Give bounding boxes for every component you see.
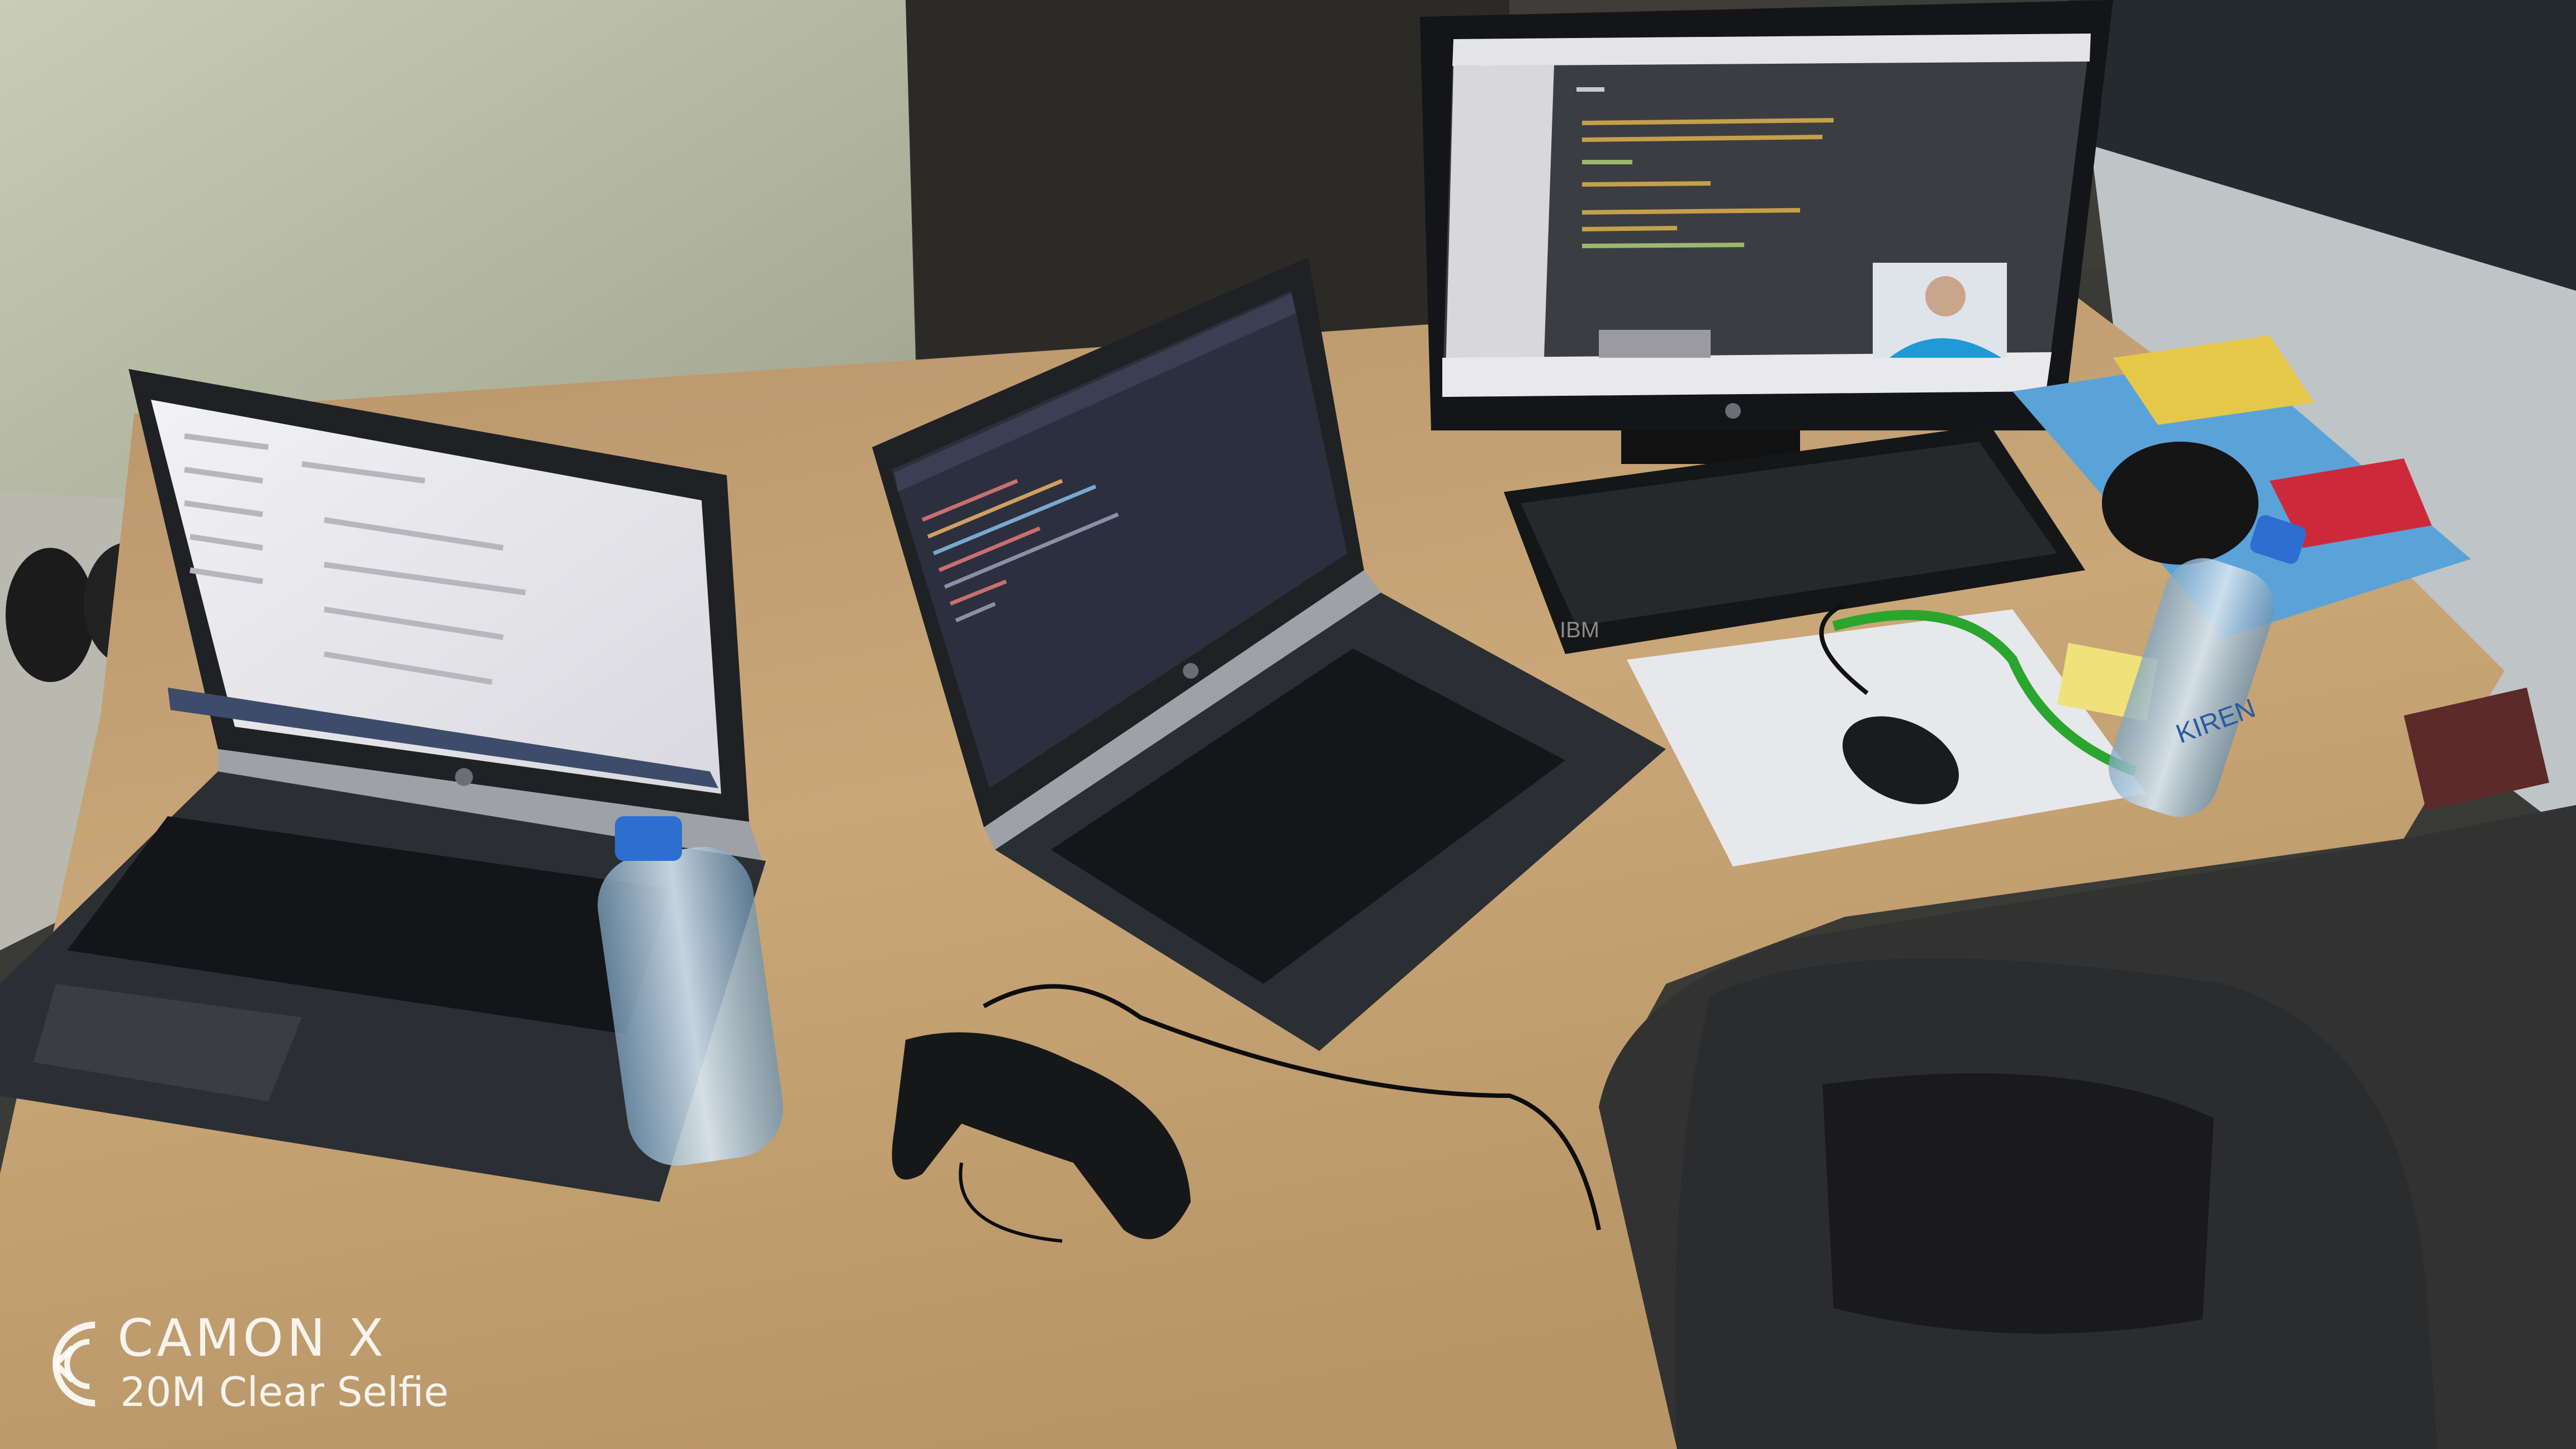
monitor [1420, 0, 2113, 464]
hp-logo-icon [1183, 663, 1199, 679]
photo-scene: IBM KIREN [0, 0, 2576, 1449]
monitor-title-bar [1452, 34, 2091, 66]
watermark-tagline: 20M Clear Selfie [120, 1368, 449, 1415]
hp-logo-icon [1725, 403, 1741, 419]
bottle-cap [615, 816, 682, 861]
watermark-brand: CAMON X [117, 1308, 387, 1368]
monitor-thumbnails [1599, 330, 1711, 358]
hp-logo-icon [455, 768, 473, 786]
webcam-person-face [1925, 276, 1966, 316]
camera-watermark: CAMON X 20M Clear Selfie [34, 1308, 537, 1426]
keyboard-brand-label: IBM [1560, 618, 1599, 642]
monitor-taskbar [1442, 352, 2052, 397]
camera-lens-icon [53, 1322, 96, 1407]
monitor-sidebar [1445, 65, 1554, 395]
